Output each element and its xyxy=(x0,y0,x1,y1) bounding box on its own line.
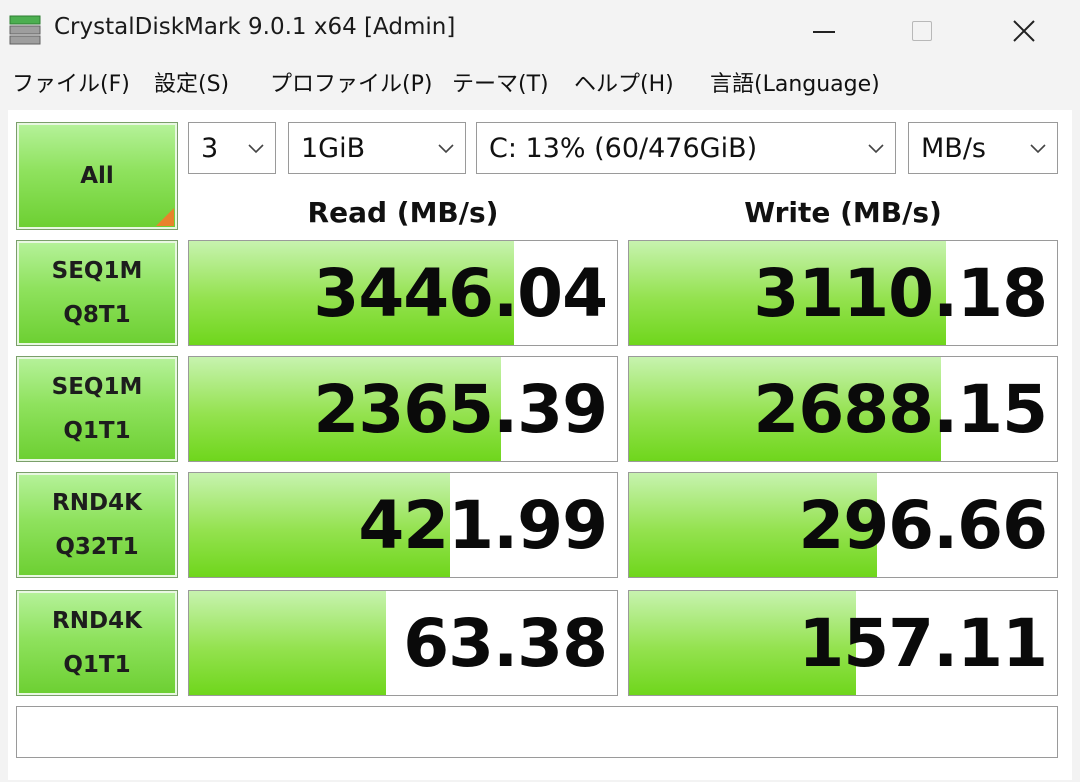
test-name: SEQ1M xyxy=(51,258,143,284)
close-icon xyxy=(1013,20,1035,42)
title-bar: CrystalDiskMark 9.0.1 x64 [Admin] xyxy=(0,0,1080,62)
read-value: 2365.39 xyxy=(313,371,608,448)
count-select-value: 3 xyxy=(201,132,219,164)
write-value: 3110.18 xyxy=(753,255,1048,332)
read-value: 3446.04 xyxy=(313,255,608,332)
test-name: RND4K xyxy=(52,490,142,516)
corner-indicator-icon xyxy=(156,208,174,226)
write-result-rnd4k-q1t1: 157.11 xyxy=(628,590,1058,696)
read-result-rnd4k-q1t1: 63.38 xyxy=(188,590,618,696)
all-button-label: All xyxy=(80,163,114,189)
window-title: CrystalDiskMark 9.0.1 x64 [Admin] xyxy=(54,14,456,40)
close-button[interactable] xyxy=(976,0,1072,62)
maximize-icon xyxy=(912,21,932,41)
read-value: 421.99 xyxy=(358,487,608,564)
chevron-down-icon xyxy=(868,144,884,154)
read-bar xyxy=(189,591,386,695)
app-icon xyxy=(9,15,41,45)
write-value: 2688.15 xyxy=(753,371,1048,448)
minimize-button[interactable] xyxy=(776,0,872,62)
test-button-seq1m-q1t1[interactable]: SEQ1M Q1T1 xyxy=(16,356,178,462)
chevron-down-icon xyxy=(248,144,264,154)
test-button-rnd4k-q1t1[interactable]: RND4K Q1T1 xyxy=(16,590,178,696)
read-result-seq1m-q8t1: 3446.04 xyxy=(188,240,618,346)
read-value: 63.38 xyxy=(403,605,608,682)
write-column-header: Write (MB/s) xyxy=(744,196,942,229)
write-value: 296.66 xyxy=(798,487,1048,564)
count-select[interactable]: 3 xyxy=(188,122,276,174)
menu-profile[interactable]: プロファイル(P) xyxy=(270,66,432,98)
size-select[interactable]: 1GiB xyxy=(288,122,466,174)
all-button[interactable]: All xyxy=(16,122,178,230)
menu-settings[interactable]: 設定(S) xyxy=(154,66,229,98)
write-value: 157.11 xyxy=(798,605,1048,682)
menu-language[interactable]: 言語(Language) xyxy=(710,66,880,98)
write-result-seq1m-q1t1: 2688.15 xyxy=(628,356,1058,462)
unit-select-value: MB/s xyxy=(921,132,986,164)
minimize-icon xyxy=(813,31,835,33)
chevron-down-icon xyxy=(438,144,454,154)
test-params: Q1T1 xyxy=(63,652,131,678)
test-button-seq1m-q8t1[interactable]: SEQ1M Q8T1 xyxy=(16,240,178,346)
menu-bar: ファイル(F) 設定(S) プロファイル(P) テーマ(T) ヘルプ(H) 言語… xyxy=(0,62,1080,102)
size-select-value: 1GiB xyxy=(301,132,366,164)
read-result-rnd4k-q32t1: 421.99 xyxy=(188,472,618,578)
menu-file[interactable]: ファイル(F) xyxy=(12,66,130,98)
chevron-down-icon xyxy=(1030,144,1046,154)
test-params: Q8T1 xyxy=(63,302,131,328)
test-name: SEQ1M xyxy=(51,374,143,400)
unit-select[interactable]: MB/s xyxy=(908,122,1058,174)
test-params: Q1T1 xyxy=(63,418,131,444)
test-params: Q32T1 xyxy=(55,534,139,560)
main-panel: All 3 1GiB C: 13% (60/476GiB) MB/s Read … xyxy=(8,110,1072,780)
test-name: RND4K xyxy=(52,608,142,634)
status-bar xyxy=(16,706,1058,758)
drive-select[interactable]: C: 13% (60/476GiB) xyxy=(476,122,896,174)
write-result-seq1m-q8t1: 3110.18 xyxy=(628,240,1058,346)
maximize-button[interactable] xyxy=(874,0,970,62)
drive-select-value: C: 13% (60/476GiB) xyxy=(489,132,758,164)
menu-help[interactable]: ヘルプ(H) xyxy=(574,66,674,98)
read-result-seq1m-q1t1: 2365.39 xyxy=(188,356,618,462)
write-result-rnd4k-q32t1: 296.66 xyxy=(628,472,1058,578)
read-column-header: Read (MB/s) xyxy=(307,196,499,229)
menu-theme[interactable]: テーマ(T) xyxy=(452,66,549,98)
test-button-rnd4k-q32t1[interactable]: RND4K Q32T1 xyxy=(16,472,178,578)
